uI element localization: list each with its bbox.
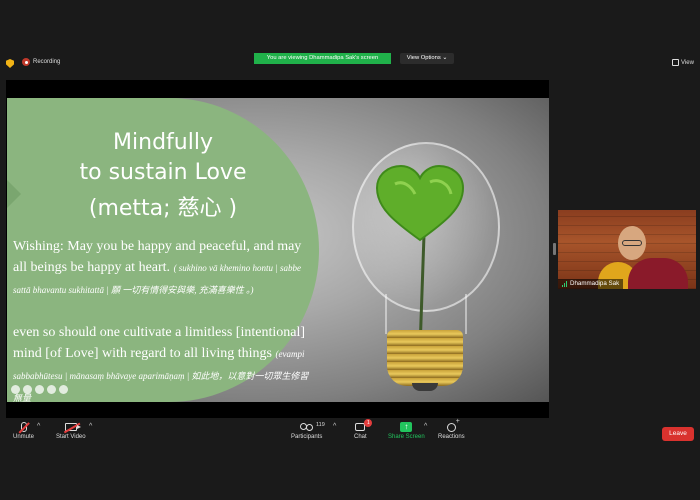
participant-name: Dhammadipa Sak [570,280,620,287]
mic-muted-icon [18,422,29,434]
participant-name-tag: Dhammadipa Sak [558,279,624,289]
chat-label: Chat [354,434,367,440]
heart-tree-icon [375,164,465,242]
start-video-button[interactable]: Start Video [56,420,86,440]
speaker-robe-red [628,258,688,289]
share-screen-label: Share Screen [388,434,425,440]
chevron-down-icon: ⌄ [442,55,448,61]
start-video-label: Start Video [56,434,86,440]
panel-resize-handle[interactable] [553,243,556,255]
recording-indicator[interactable]: Recording [22,58,60,66]
previous-icon[interactable] [35,385,44,394]
slide-paragraph-1: Wishing: May you be happy and peaceful, … [13,236,313,301]
light-bulb-tip [412,383,438,391]
participants-count: 119 [316,422,325,428]
participants-icon [299,422,314,432]
pen-icon[interactable] [11,385,20,394]
unmute-button[interactable]: Unmute [13,420,34,440]
video-options-caret[interactable]: ^ [89,423,92,430]
pencil-icon[interactable] [23,385,32,394]
signal-icon [562,281,567,287]
participant-video-tile[interactable]: Dhammadipa Sak [558,210,696,289]
slide-title-line-3: (metta; 慈心 ) [88,196,238,221]
slide-annotation-tools[interactable] [11,385,68,394]
paragraph-2-main: even so should one cultivate a limitless… [13,325,305,361]
chat-badge: 1 [364,419,373,427]
view-grid-icon [672,59,679,66]
next-icon[interactable] [59,385,68,394]
speaker-glasses [622,240,642,246]
recording-icon [22,58,30,66]
reactions-icon [446,418,460,432]
meeting-toolbar: Unmute ^ Start Video ^ 119 Participants … [0,418,700,446]
light-bulb-neck [385,294,467,334]
shield-icon[interactable] [6,59,14,68]
recording-label: Recording [33,59,61,65]
meeting-top-bar: Recording You are viewing Dhammadipa Sak… [0,0,700,80]
share-options-caret[interactable]: ^ [424,423,427,430]
reactions-button[interactable]: Reactions [438,418,465,441]
participants-options-caret[interactable]: ^ [333,423,336,430]
participants-button[interactable]: 119 Participants [291,420,325,440]
chat-button[interactable]: 1 Chat [354,419,373,440]
audio-options-caret[interactable]: ^ [37,423,40,430]
viewing-banner: You are viewing Dhammadipa Sak's screen [254,53,391,64]
share-screen-icon: ↑ [400,422,413,432]
view-button[interactable]: View [672,59,694,66]
presentation-slide: Mindfully to sustain Love (metta; 慈心 ) W… [7,98,549,402]
menu-icon[interactable] [47,385,56,394]
view-label: View [681,59,694,66]
unmute-label: Unmute [13,434,35,440]
leave-button[interactable]: Leave [662,427,694,441]
view-options-label: View Options [406,55,441,61]
shared-screen[interactable]: Mindfully to sustain Love (metta; 慈心 ) W… [6,80,549,418]
camera-off-icon [63,422,81,433]
slide-title-line-1: Mindfully [113,130,213,155]
reactions-label: Reactions [438,434,465,440]
light-bulb-base [387,330,463,386]
share-screen-button[interactable]: ↑ Share Screen [388,420,425,440]
slide-title-line-2: to sustain Love [79,160,247,185]
participants-label: Participants [291,434,323,440]
view-options-button[interactable]: View Options ⌄ [400,53,454,64]
chat-icon: 1 [355,419,373,431]
